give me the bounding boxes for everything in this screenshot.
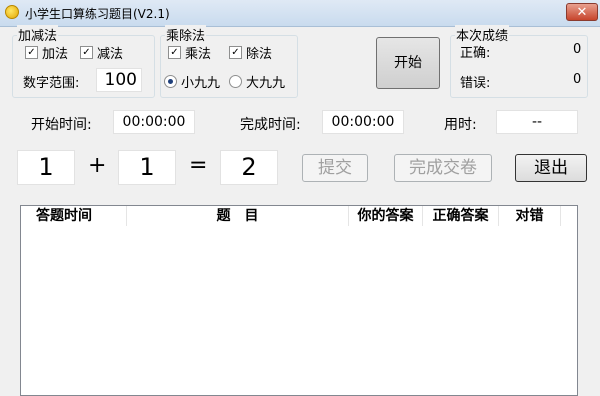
div-checkbox[interactable]: ✓ 除法: [229, 43, 272, 62]
operand2-field: 1: [118, 150, 176, 185]
wrong-value: 0: [573, 72, 582, 87]
small-table-radio[interactable]: 小九九: [164, 72, 220, 91]
range-label: 数字范围:: [23, 76, 80, 91]
app-icon: [5, 5, 19, 19]
sub-checkbox[interactable]: ✓ 减法: [80, 43, 123, 62]
wrong-label: 错误:: [460, 76, 491, 91]
add-checkbox[interactable]: ✓ 加法: [25, 43, 68, 62]
range-input[interactable]: 100: [96, 68, 142, 92]
column-question[interactable]: 题 目: [127, 206, 349, 226]
column-your-answer[interactable]: 你的答案: [349, 206, 423, 226]
start-time-field: 00:00:00: [113, 110, 195, 134]
equals-sign: =: [189, 153, 208, 178]
column-correct-answer[interactable]: 正确答案: [423, 206, 499, 226]
big-table-radio[interactable]: 大九九: [229, 72, 285, 91]
title-bar: 小学生口算练习题目(V2.1) ✕: [0, 0, 600, 27]
column-answer-time[interactable]: 答题时间: [21, 206, 127, 226]
results-list[interactable]: 答题时间 题 目 你的答案 正确答案 对错: [20, 205, 578, 396]
div-check-icon: ✓: [229, 46, 242, 59]
big-table-label: 大九九: [246, 76, 286, 91]
muldiv-legend: 乘除法: [165, 25, 207, 44]
start-time-label: 开始时间:: [31, 117, 92, 133]
close-button[interactable]: ✕: [566, 3, 598, 21]
finish-exam-button[interactable]: 完成交卷: [394, 154, 492, 182]
elapsed-label: 用时:: [444, 117, 477, 133]
radio-unselected-icon: [229, 75, 242, 88]
finish-time-field: 00:00:00: [322, 110, 404, 134]
div-label: 除法: [246, 47, 273, 62]
add-label: 加法: [42, 47, 69, 62]
elapsed-field: --: [496, 110, 578, 134]
start-button[interactable]: 开始: [376, 37, 440, 89]
finish-time-label: 完成时间:: [240, 117, 301, 133]
window-title: 小学生口算练习题目(V2.1): [25, 7, 170, 21]
correct-label: 正确:: [460, 46, 491, 61]
results-header: 答题时间 题 目 你的答案 正确答案 对错: [21, 206, 577, 226]
sub-label: 减法: [97, 47, 124, 62]
operator-sign: +: [88, 153, 107, 178]
small-table-label: 小九九: [181, 76, 221, 91]
sub-check-icon: ✓: [80, 46, 93, 59]
exit-button[interactable]: 退出: [515, 154, 587, 182]
mul-checkbox[interactable]: ✓ 乘法: [168, 43, 211, 62]
operand1-field: 1: [17, 150, 75, 185]
add-check-icon: ✓: [25, 46, 38, 59]
answer-input[interactable]: 2: [220, 150, 278, 185]
column-right-wrong[interactable]: 对错: [499, 206, 561, 226]
submit-button[interactable]: 提交: [302, 154, 368, 182]
mul-check-icon: ✓: [168, 46, 181, 59]
mul-label: 乘法: [185, 47, 212, 62]
radio-selected-icon: [164, 75, 177, 88]
correct-value: 0: [573, 42, 582, 57]
addsub-legend: 加减法: [17, 25, 59, 44]
